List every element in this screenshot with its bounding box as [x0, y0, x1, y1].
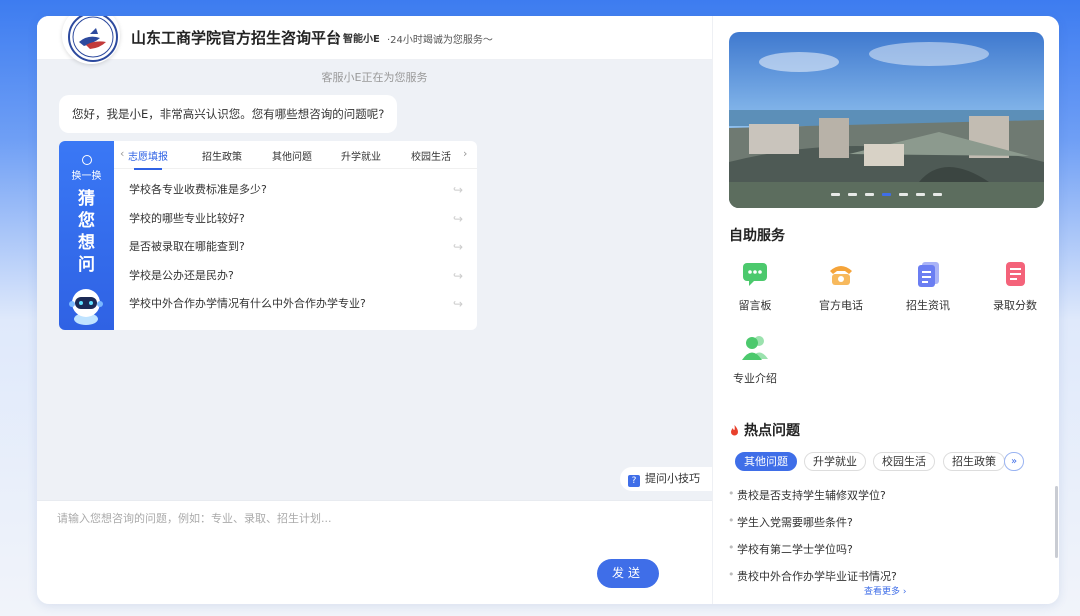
- tabs-next-arrow[interactable]: ›: [463, 147, 467, 160]
- service-label: 专业介绍: [733, 372, 777, 385]
- carousel-dot-active[interactable]: [882, 193, 891, 196]
- chat-header: 山东工商学院官方招生咨询平台 智能小E ·24小时竭诚为您服务～: [37, 16, 712, 64]
- service-phone[interactable]: 官方电话: [811, 259, 871, 313]
- guess-title: 猜 您 想 问: [59, 188, 114, 276]
- carousel-dot[interactable]: [848, 193, 857, 196]
- hot-question-item[interactable]: 学校有第二学士学位吗?: [728, 541, 853, 557]
- tab-other[interactable]: 其他问题: [272, 148, 312, 163]
- carousel-dot[interactable]: [899, 193, 908, 196]
- main-card: 山东工商学院官方招生咨询平台 智能小E ·24小时竭诚为您服务～ 客服小E正在为…: [37, 16, 1059, 604]
- page-title: 山东工商学院官方招生咨询平台: [131, 29, 342, 47]
- question-tips-button[interactable]: ? 提问小技巧: [620, 467, 712, 491]
- send-button[interactable]: 发送: [597, 559, 659, 588]
- major-icon: [742, 336, 768, 360]
- service-news[interactable]: 招生资讯: [898, 259, 958, 313]
- service-status: 客服小E正在为您服务: [321, 71, 428, 84]
- forward-icon: ↪: [452, 183, 463, 197]
- view-more-link[interactable]: 查看更多 ›: [864, 584, 906, 597]
- forward-icon: ↪: [452, 211, 463, 226]
- guess-title-char: 想: [78, 233, 95, 253]
- hot-tab-career[interactable]: 升学就业: [804, 452, 866, 471]
- hot-questions-title: 热点问题: [729, 420, 800, 440]
- service-message-board[interactable]: 留言板: [725, 259, 785, 313]
- list-item[interactable]: 是否被录取在哪能查到? ↪: [114, 233, 477, 262]
- service-label: 录取分数: [993, 299, 1037, 312]
- forward-icon: ↪: [452, 240, 463, 254]
- carousel-dot[interactable]: [933, 193, 942, 196]
- question-text: 学校中外合作办学情况有什么中外合作办学专业?: [129, 297, 366, 310]
- question-text: 学校的哪些专业比较好?: [129, 211, 245, 225]
- help-icon: ?: [628, 475, 640, 487]
- carousel-dot[interactable]: [916, 193, 925, 196]
- guess-questions-card: 换一换 猜 您 想 问 ‹ 志愿填报 招生政策 其他问题 升学就业 校园生活 ›…: [59, 141, 477, 330]
- right-panel: 自助服务 留言板 官方电话 招生资讯 录取分数 专业介绍 热点问题 其他问题 升…: [712, 16, 1059, 604]
- robot-mascot-icon: [69, 289, 103, 325]
- input-placeholder: 请输入您想咨询的问题，例如：专业、录取、招生计划...: [57, 512, 332, 525]
- header-divider: [335, 32, 336, 43]
- campus-banner[interactable]: [729, 32, 1044, 208]
- carousel-dot[interactable]: [865, 193, 874, 196]
- news-icon: [918, 262, 939, 287]
- message-input[interactable]: 请输入您想咨询的问题，例如：专业、录取、招生计划...: [37, 500, 712, 604]
- banner-dots: [729, 181, 1044, 200]
- list-item[interactable]: 学校的哪些专业比较好? ↪: [114, 205, 477, 234]
- self-service-title: 自助服务: [729, 228, 785, 244]
- tips-label: 提问小技巧: [645, 472, 700, 485]
- tab-policy[interactable]: 招生政策: [202, 148, 242, 163]
- list-item[interactable]: 学校中外合作办学情况有什么中外合作办学专业? ↪: [114, 290, 477, 319]
- forward-icon: ↪: [452, 297, 463, 311]
- refresh-label: 换一换: [71, 171, 102, 182]
- service-scores[interactable]: 录取分数: [985, 259, 1045, 313]
- hot-tab-campus[interactable]: 校园生活: [873, 452, 935, 471]
- score-icon: [1006, 262, 1025, 286]
- tab-career[interactable]: 升学就业: [341, 148, 381, 163]
- hot-question-item[interactable]: 贵校中外合作办学毕业证书情况?: [728, 568, 897, 584]
- guess-title-char: 问: [78, 255, 95, 275]
- header-slogan: ·24小时竭诚为您服务～: [387, 35, 493, 46]
- hot-question-item[interactable]: 贵校是否支持学生辅修双学位?: [728, 487, 886, 503]
- carousel-dot[interactable]: [831, 193, 840, 196]
- list-item[interactable]: 学校各专业收费标准是多少? ↪: [114, 176, 477, 205]
- tabs-prev-arrow[interactable]: ‹: [120, 147, 124, 160]
- message-board-icon: [743, 263, 767, 286]
- hot-tab-policy[interactable]: 招生政策: [943, 452, 1005, 471]
- fire-icon: [731, 425, 738, 436]
- brand-name: 智能小E: [343, 34, 380, 45]
- chat-panel: 山东工商学院官方招生咨询平台 智能小E ·24小时竭诚为您服务～ 客服小E正在为…: [37, 16, 712, 604]
- service-label: 留言板: [738, 299, 772, 312]
- phone-icon: [830, 266, 852, 285]
- guess-tabs: ‹ 志愿填报 招生政策 其他问题 升学就业 校园生活 ›: [114, 141, 477, 170]
- guess-question-list: 学校各专业收费标准是多少? ↪ 学校的哪些专业比较好? ↪ 是否被录取在哪能查到…: [114, 176, 477, 319]
- question-text: 是否被录取在哪能查到?: [129, 240, 245, 253]
- refresh-icon: [81, 155, 92, 165]
- tab-campus[interactable]: 校园生活: [411, 148, 451, 163]
- guess-title-char: 猜: [78, 189, 95, 209]
- question-text: 学校各专业收费标准是多少?: [129, 183, 267, 196]
- service-label: 招生资讯: [906, 299, 950, 312]
- tab-volunteer[interactable]: 志愿填报: [128, 148, 168, 170]
- hot-title-label: 热点问题: [744, 423, 800, 439]
- guess-title-char: 您: [78, 211, 95, 231]
- scrollbar[interactable]: [1055, 486, 1058, 558]
- service-majors[interactable]: 专业介绍: [725, 332, 785, 386]
- school-logo: [62, 16, 120, 64]
- list-item[interactable]: 学校是公办还是民办? ↪: [114, 262, 477, 291]
- hot-tab-other[interactable]: 其他问题: [735, 452, 797, 471]
- service-label: 官方电话: [819, 299, 863, 312]
- hot-question-item[interactable]: 学生入党需要哪些条件?: [728, 514, 853, 530]
- question-text: 学校是公办还是民办?: [129, 268, 234, 282]
- guess-sidebar: 换一换 猜 您 想 问: [59, 141, 114, 330]
- hot-tabs-more-button[interactable]: »: [1004, 452, 1024, 471]
- bot-greeting-bubble: 您好，我是小E，非常高兴认识您。您有哪些想咨询的问题呢?: [59, 95, 398, 133]
- forward-icon: ↪: [452, 268, 463, 283]
- refresh-button[interactable]: 换一换: [59, 155, 114, 182]
